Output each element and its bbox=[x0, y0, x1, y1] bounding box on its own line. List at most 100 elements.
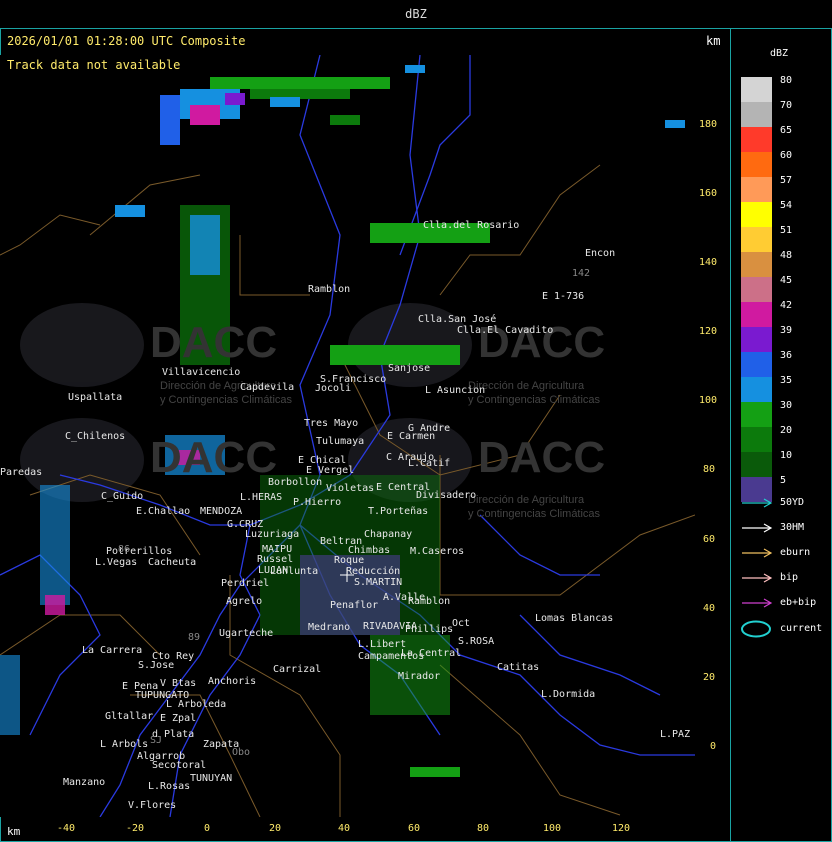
legend-swatch bbox=[741, 152, 772, 177]
legend-swatch bbox=[741, 402, 772, 427]
legend-swatch bbox=[741, 77, 772, 102]
watermark-line1: Dirección de Agricultura bbox=[468, 380, 585, 392]
place-label: L.PAZ bbox=[660, 729, 691, 740]
place-label: Clla.del Rosario bbox=[423, 220, 520, 231]
current-marker-icon bbox=[741, 620, 771, 638]
track-arrow-icon bbox=[742, 523, 773, 533]
track-label: bip bbox=[780, 572, 799, 583]
place-label: La Carrera bbox=[82, 645, 143, 656]
place-label: Penaflor bbox=[330, 600, 379, 611]
x-tick-label: 0 bbox=[204, 823, 211, 834]
place-label: Secotoral bbox=[152, 760, 207, 771]
track-label: eburn bbox=[780, 547, 811, 558]
legend-swatch bbox=[741, 377, 772, 402]
place-label: 86 bbox=[118, 544, 131, 555]
place-label: Capdevila bbox=[240, 382, 295, 393]
legend-title: dBZ bbox=[770, 48, 789, 59]
watermark-line2: y Contingencias Climáticas bbox=[468, 508, 601, 520]
place-label: MENDOZA bbox=[200, 506, 243, 517]
y-tick-label: 160 bbox=[699, 188, 718, 199]
y-tick-label: 0 bbox=[710, 741, 717, 752]
place-label: Chapanay bbox=[364, 529, 413, 540]
legend-value-label: 30 bbox=[780, 400, 793, 411]
place-label: L Arbols bbox=[100, 739, 149, 750]
place-label: V Btas bbox=[160, 678, 197, 689]
place-label: Oct bbox=[452, 618, 471, 629]
place-label: L.Dormida bbox=[541, 689, 596, 700]
x-tick-label: -20 bbox=[126, 823, 145, 834]
y-tick-label: 60 bbox=[703, 534, 716, 545]
place-label: L.HERAS bbox=[240, 492, 283, 503]
legend-swatch bbox=[741, 302, 772, 327]
place-label: C_Chilenos bbox=[65, 431, 126, 442]
place-label: L Asuncion bbox=[425, 385, 486, 396]
legend-value-label: 5 bbox=[780, 475, 787, 486]
x-tick-label: 20 bbox=[269, 823, 282, 834]
x-tick-label: -40 bbox=[57, 823, 76, 834]
timestamp-label: 2026/01/01 01:28:00 UTC Composite bbox=[7, 34, 246, 48]
km-unit-label: km bbox=[706, 34, 721, 48]
legend-value-label: 45 bbox=[780, 275, 793, 286]
legend-swatch bbox=[741, 102, 772, 127]
place-label: 89 bbox=[188, 632, 201, 643]
y-tick-label: 80 bbox=[703, 464, 716, 475]
place-label: La Central bbox=[401, 648, 462, 659]
place-label: Russel bbox=[257, 554, 294, 565]
place-label: Agrelo bbox=[226, 596, 263, 607]
track-label: 50YD bbox=[780, 497, 805, 508]
place-label: T.Porteñas bbox=[368, 506, 429, 517]
place-label: S.ROSA bbox=[458, 636, 495, 647]
legend-value-label: 35 bbox=[780, 375, 793, 386]
legend-value-label: 51 bbox=[780, 225, 793, 236]
legend-swatch bbox=[741, 327, 772, 352]
legend-value-label: 60 bbox=[780, 150, 793, 161]
place-label: Jocoli bbox=[315, 383, 352, 394]
x-tick-label: 80 bbox=[477, 823, 490, 834]
place-label: V.Flores bbox=[128, 800, 177, 811]
place-label: L.Vegas bbox=[95, 557, 138, 568]
watermark-brand: DACC bbox=[150, 433, 278, 482]
place-label: Roque bbox=[334, 555, 365, 566]
place-label: L.Libert bbox=[358, 639, 407, 650]
place-label: TUNUYAN bbox=[190, 773, 233, 784]
place-label: E Carmen bbox=[387, 431, 436, 442]
place-label: Reducción bbox=[346, 566, 401, 577]
legend-swatch bbox=[741, 177, 772, 202]
place-label: Lomas Blancas bbox=[535, 613, 614, 624]
track-label: eb+bip bbox=[780, 597, 817, 608]
place-label: Gltallar bbox=[105, 711, 154, 722]
place-label: E 1-736 bbox=[542, 291, 585, 302]
watermark-brand: DACC bbox=[478, 433, 606, 482]
legend-swatch bbox=[741, 202, 772, 227]
legend-swatch bbox=[741, 252, 772, 277]
legend-swatch bbox=[741, 352, 772, 377]
place-label: Encon bbox=[585, 248, 616, 259]
place-label: Villavicencio bbox=[162, 367, 241, 378]
place-label: Clla.San José bbox=[418, 314, 497, 325]
place-label: Mirador bbox=[398, 671, 441, 682]
y-tick-label: 20 bbox=[703, 672, 716, 683]
place-label: SJ bbox=[150, 735, 163, 746]
legend-value-label: 48 bbox=[780, 250, 793, 261]
place-label: P.Hierro bbox=[293, 497, 342, 508]
place-label: Tres Mayo bbox=[304, 418, 359, 429]
legend-swatch bbox=[741, 277, 772, 302]
x-tick-label: 100 bbox=[543, 823, 562, 834]
place-label: Paredas bbox=[0, 467, 43, 478]
legend-swatch bbox=[741, 127, 772, 152]
place-label: Ramblon bbox=[408, 596, 451, 607]
legend-value-label: 20 bbox=[780, 425, 793, 436]
watermark-line1: Dirección de Agricultura bbox=[468, 494, 585, 506]
watermark-brand: DACC bbox=[150, 318, 278, 367]
place-label: S.Jose bbox=[138, 660, 175, 671]
place-label: Uspallata bbox=[68, 392, 123, 403]
track-arrow-icon bbox=[742, 548, 773, 558]
place-label: C_Guido bbox=[101, 491, 144, 502]
place-label: L Arboleda bbox=[166, 699, 227, 710]
legend-value-label: 10 bbox=[780, 450, 793, 461]
watermark-line2: y Contingencias Climáticas bbox=[160, 394, 293, 406]
legend-value-label: 42 bbox=[780, 300, 793, 311]
place-label: Ugarteche bbox=[219, 628, 274, 639]
place-label: Carrizal bbox=[273, 664, 322, 675]
x-tick-label: 120 bbox=[612, 823, 631, 834]
